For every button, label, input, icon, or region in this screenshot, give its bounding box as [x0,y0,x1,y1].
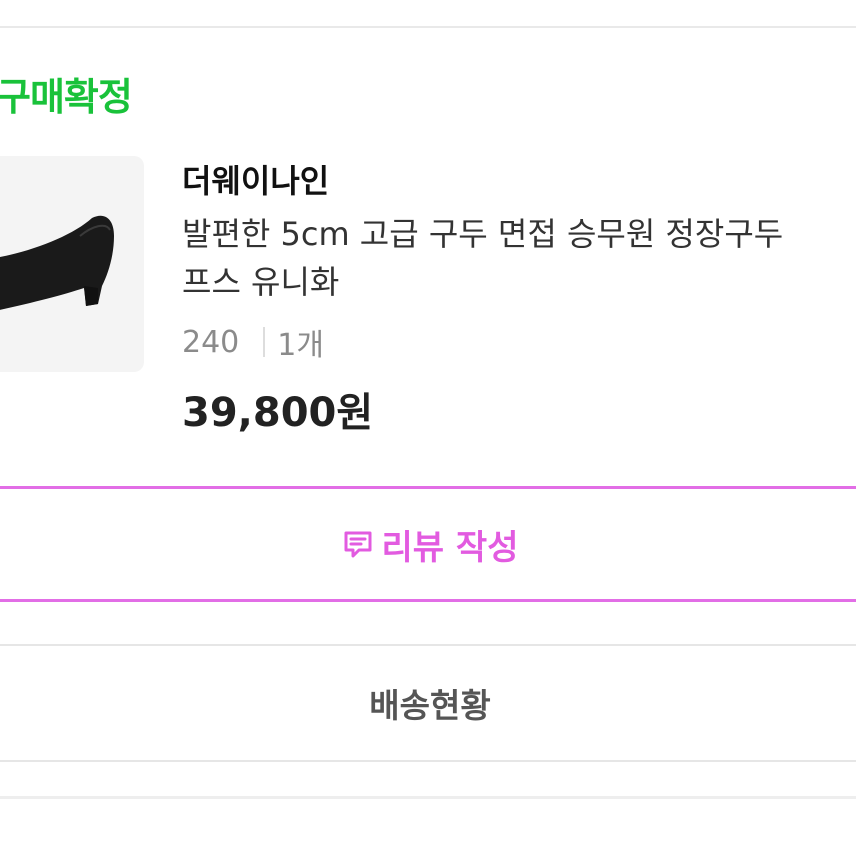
write-review-button[interactable]: 리뷰 작성 [0,486,856,602]
product-thumbnail[interactable] [0,156,144,372]
delivery-status-label: 배송현황 [369,686,491,725]
write-review-label: 리뷰 작성 [381,527,519,568]
comment-icon [342,528,374,560]
product-options: 240 1개 [182,320,324,364]
option-size: 240 [182,324,240,360]
product-name-line-1: 발편한 5cm 고급 구두 면접 승무원 정장구두 [182,215,784,253]
option-quantity: 1개 [277,328,324,363]
product-name-line-2: 프스 유니화 [182,263,340,301]
product-brand[interactable]: 더웨이나인 [182,156,329,202]
bottom-divider [0,796,856,799]
product-price: 39,800원 [182,390,374,436]
order-status-label: 구매확정 [0,75,133,119]
black-pump-shoe-image [0,215,114,310]
top-divider [0,26,856,28]
option-separator [263,327,266,357]
delivery-status-button[interactable]: 배송현황 [0,644,856,762]
product-name[interactable]: 발편한 5cm 고급 구두 면접 승무원 정장구두 프스 유니화 [182,210,856,306]
